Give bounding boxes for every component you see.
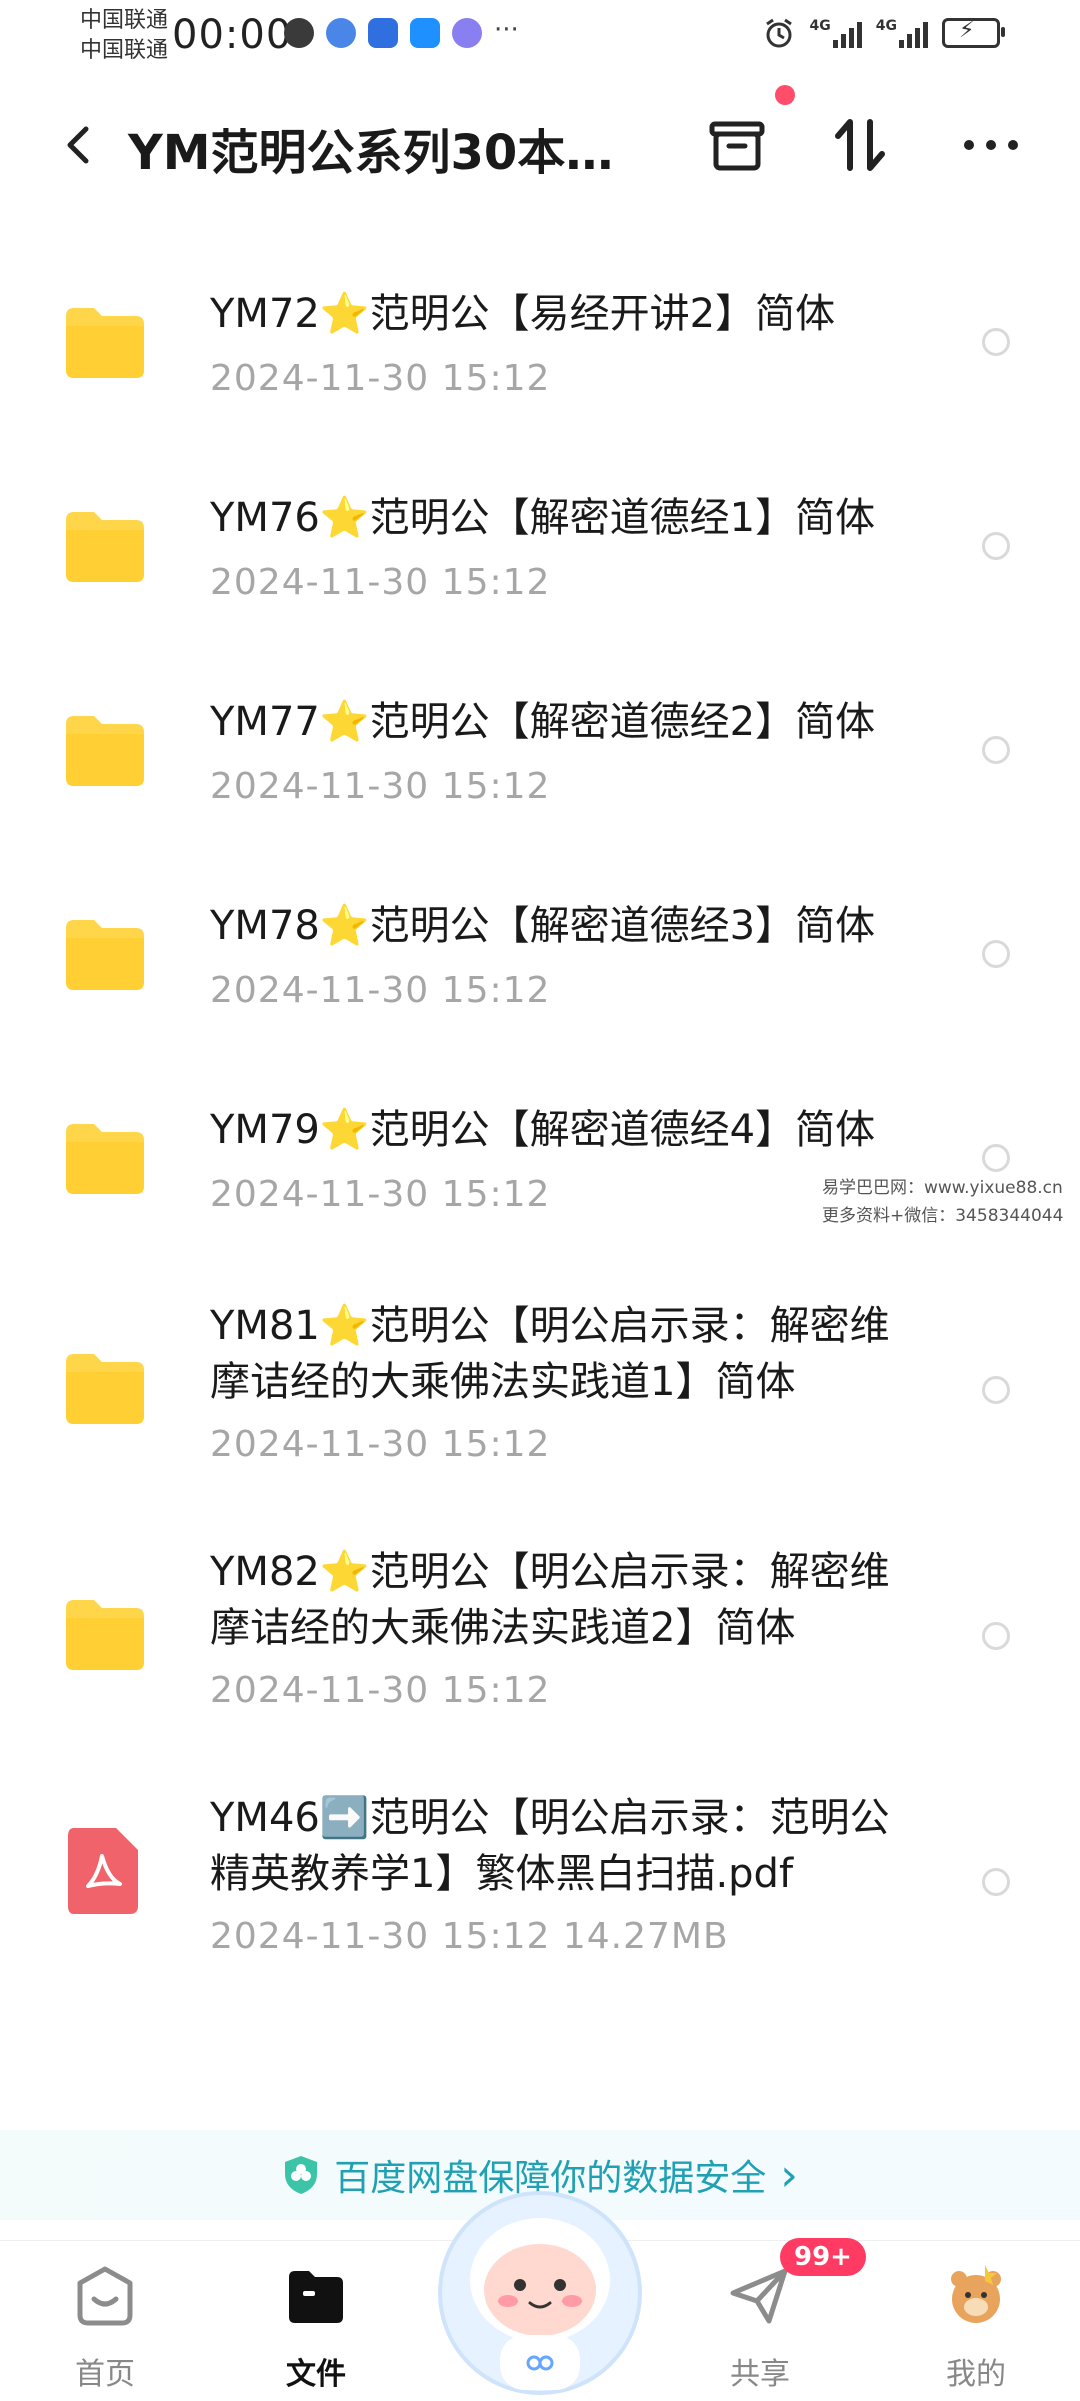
share-badge: 99+ <box>780 2238 866 2276</box>
list-item[interactable]: YM76⭐范明公【解密道德经1】简体 2024-11-30 15:12 <box>0 464 1080 668</box>
alarm-icon <box>765 18 792 48</box>
folder-icon <box>66 1124 144 1194</box>
file-meta: 2024-11-30 15:12 <box>210 1424 551 1465</box>
file-name: YM46➡️范明公【明公启示录：范明公精英教养学1】繁体黑白扫描.pdf <box>210 1795 890 1897</box>
notification-icons: ··· <box>284 15 519 48</box>
select-radio[interactable] <box>982 328 1010 356</box>
tab-share[interactable]: 共享 <box>690 2261 830 2393</box>
music-icon <box>452 18 482 48</box>
select-radio[interactable] <box>982 1868 1010 1896</box>
network-type-2: 4G <box>875 18 897 34</box>
list-item[interactable]: YM81⭐范明公【明公启示录：解密维摩诘经的大乘佛法实践道1】简体 2024-1… <box>0 1280 1080 1526</box>
file-list: YM72⭐范明公【易经开讲2】简体 2024-11-30 15:12 YM76⭐… <box>0 260 1080 2018</box>
folder-icon <box>66 1600 144 1670</box>
list-item[interactable]: YM82⭐范明公【明公启示录：解密维摩诘经的大乘佛法实践道2】简体 2024-1… <box>0 1526 1080 1772</box>
file-name: YM79⭐范明公【解密道德经4】简体 <box>210 1107 876 1153</box>
list-item[interactable]: YM78⭐范明公【解密道德经3】简体 2024-11-30 15:12 <box>0 872 1080 1076</box>
file-meta: 2024-11-30 15:12 <box>210 1174 551 1215</box>
folder-icon <box>66 920 144 990</box>
folder-icon <box>66 716 144 786</box>
system-icons: 4G 4G ⚡ <box>762 16 1005 50</box>
notification-dot <box>775 85 795 105</box>
weather-icon <box>410 18 440 48</box>
mascot-icon[interactable] <box>430 2175 650 2400</box>
tab-share-label: 共享 <box>730 2357 790 2392</box>
page-title: YM范明公系列30本… <box>128 125 614 181</box>
network-type-1: 4G <box>809 18 831 34</box>
select-radio[interactable] <box>982 1144 1010 1172</box>
select-radio[interactable] <box>982 532 1010 560</box>
trash-box-icon[interactable] <box>702 110 772 180</box>
signal-icon-2 <box>899 18 928 48</box>
watermark-line-2: 更多资料+微信：3458344044 <box>822 1206 1064 1226</box>
file-name: YM76⭐范明公【解密道德经1】简体 <box>210 495 876 541</box>
folder-tab-icon <box>289 2271 343 2323</box>
watermark: 易学巴巴网：www.yixue88.cn 更多资料+微信：3458344044 <box>822 1174 1063 1230</box>
file-meta: 2024-11-30 15:12 14.27MB <box>210 1916 729 1957</box>
shield-icon <box>285 2156 318 2194</box>
list-item[interactable]: YM46➡️范明公【明公启示录：范明公精英教养学1】繁体黑白扫描.pdf 202… <box>0 1772 1080 2018</box>
tab-files-label: 文件 <box>286 2357 346 2392</box>
file-name: YM77⭐范明公【解密道德经2】简体 <box>210 699 876 745</box>
file-name: YM81⭐范明公【明公启示录：解密维摩诘经的大乘佛法实践道1】简体 <box>210 1303 890 1405</box>
tab-profile[interactable]: 我的 <box>906 2261 1046 2393</box>
file-meta: 2024-11-30 15:12 <box>210 358 551 399</box>
home-icon <box>77 2266 133 2326</box>
file-name: YM72⭐范明公【易经开讲2】简体 <box>210 291 836 337</box>
carrier-labels: 中国联通 中国联通 <box>80 6 168 66</box>
folder-icon <box>66 1354 144 1424</box>
wechat-icon <box>284 18 314 48</box>
file-meta: 2024-11-30 15:12 <box>210 766 551 807</box>
more-icon[interactable] <box>956 110 1026 180</box>
status-bar: 中国联通 中国联通 00:00 ··· 4G 4G ⚡ <box>0 0 1080 80</box>
list-item[interactable]: YM77⭐范明公【解密道德经2】简体 2024-11-30 15:12 <box>0 668 1080 872</box>
watermark-line-1: 易学巴巴网：www.yixue88.cn <box>822 1178 1063 1198</box>
folder-icon <box>66 308 144 378</box>
pdf-icon <box>68 1828 138 1914</box>
select-radio[interactable] <box>982 1622 1010 1650</box>
battery-icon: ⚡ <box>942 18 1005 48</box>
browser-icon <box>326 18 356 48</box>
select-radio[interactable] <box>982 1376 1010 1404</box>
signal-icon-1 <box>832 18 862 48</box>
sort-icon[interactable] <box>826 110 896 180</box>
more-notifications-icon: ··· <box>494 15 519 45</box>
profile-avatar-icon <box>951 2265 1001 2323</box>
file-meta: 2024-11-30 15:12 <box>210 1670 551 1711</box>
file-name: YM78⭐范明公【解密道德经3】简体 <box>210 903 876 949</box>
folder-icon <box>66 512 144 582</box>
tab-files[interactable]: 文件 <box>246 2261 386 2393</box>
file-name: YM82⭐范明公【明公启示录：解密维摩诘经的大乘佛法实践道2】简体 <box>210 1549 890 1651</box>
status-clock: 00:00 <box>172 12 293 58</box>
carrier-1: 中国联通 <box>80 8 169 33</box>
list-item[interactable]: YM72⭐范明公【易经开讲2】简体 2024-11-30 15:12 <box>0 260 1080 464</box>
header-bar: YM范明公系列30本… <box>0 95 1080 195</box>
tab-profile-label: 我的 <box>946 2357 1006 2392</box>
tab-home[interactable]: 首页 <box>35 2261 175 2393</box>
back-icon[interactable] <box>50 115 110 175</box>
share-plane-icon <box>730 2268 788 2324</box>
carrier-2: 中国联通 <box>80 38 169 63</box>
file-meta: 2024-11-30 15:12 <box>210 562 551 603</box>
chevron-right-icon: › <box>780 2149 798 2201</box>
file-meta: 2024-11-30 15:12 <box>210 970 551 1011</box>
select-radio[interactable] <box>982 736 1010 764</box>
tab-home-label: 首页 <box>75 2357 135 2392</box>
select-radio[interactable] <box>982 940 1010 968</box>
app-u-icon <box>368 18 398 48</box>
